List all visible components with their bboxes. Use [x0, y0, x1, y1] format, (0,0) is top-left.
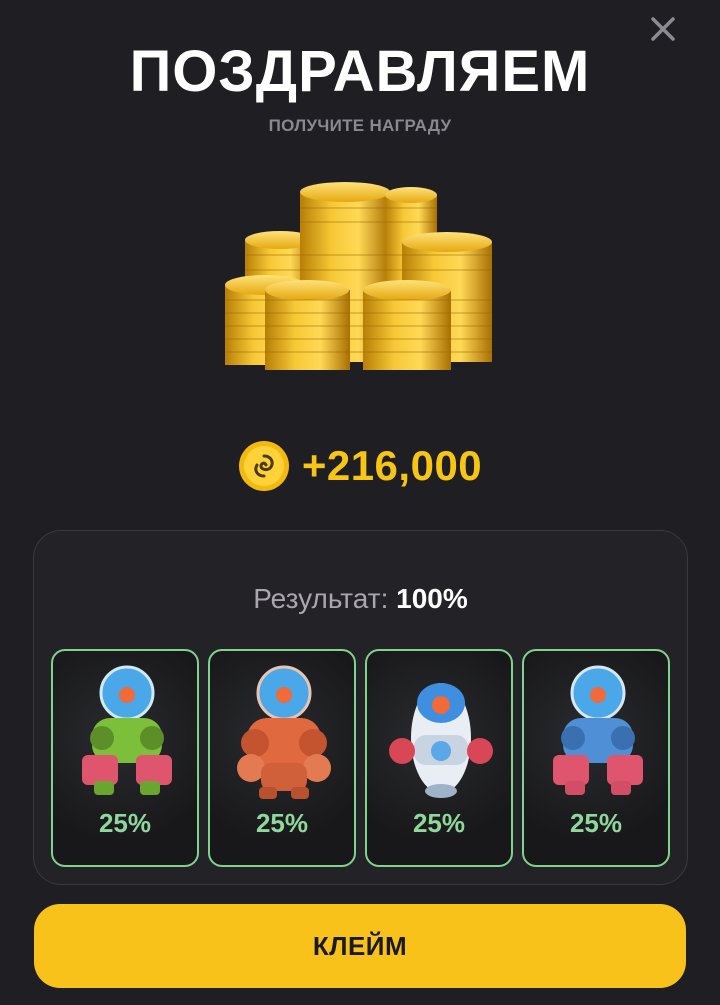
claim-button[interactable]: КЛЕЙМ: [34, 904, 686, 988]
robot-card-1[interactable]: 25%: [51, 649, 199, 867]
reward-amount-row: +216,000: [0, 440, 720, 492]
coin-stack-front-right: [363, 280, 451, 370]
robot-card-percent: 25%: [569, 808, 623, 838]
result-value: 100%: [396, 583, 468, 614]
robot-card-percent: 25%: [255, 808, 309, 838]
robot-cards: 25% 25% 25% 25%: [51, 649, 671, 867]
page-title: ПОЗДРАВЛЯЕМ: [129, 39, 591, 104]
robot-card-percent: 25%: [98, 808, 152, 838]
robot-card-4[interactable]: 25%: [522, 649, 670, 867]
robot-card-2[interactable]: 25%: [208, 649, 356, 867]
result-panel: Результат: 100% 25% 25% 25% 25%: [33, 530, 688, 885]
robot-orange-image: [237, 665, 331, 799]
spiral-coin-icon: [238, 441, 289, 491]
robot-card-percent: 25%: [412, 808, 466, 838]
coin-stack-front-center: [265, 280, 350, 370]
result-label: Результат:: [253, 583, 389, 614]
robot-blue-white-image: [389, 683, 493, 798]
robot-blue-pink-image: [553, 665, 643, 795]
robot-card-3[interactable]: 25%: [365, 649, 513, 867]
page-subtitle: ПОЛУЧИТЕ НАГРАДУ: [268, 116, 452, 135]
robot-green-image: [82, 665, 172, 795]
reward-amount: +216,000: [301, 442, 483, 489]
result-line: Результат: 100%: [34, 583, 687, 615]
reward-dialog: ПОЗДРАВЛЯЕМ ПОЛУЧИТЕ НАГРАДУ +216,000 Ре…: [0, 0, 720, 1005]
gold-coins-image: [225, 182, 492, 370]
